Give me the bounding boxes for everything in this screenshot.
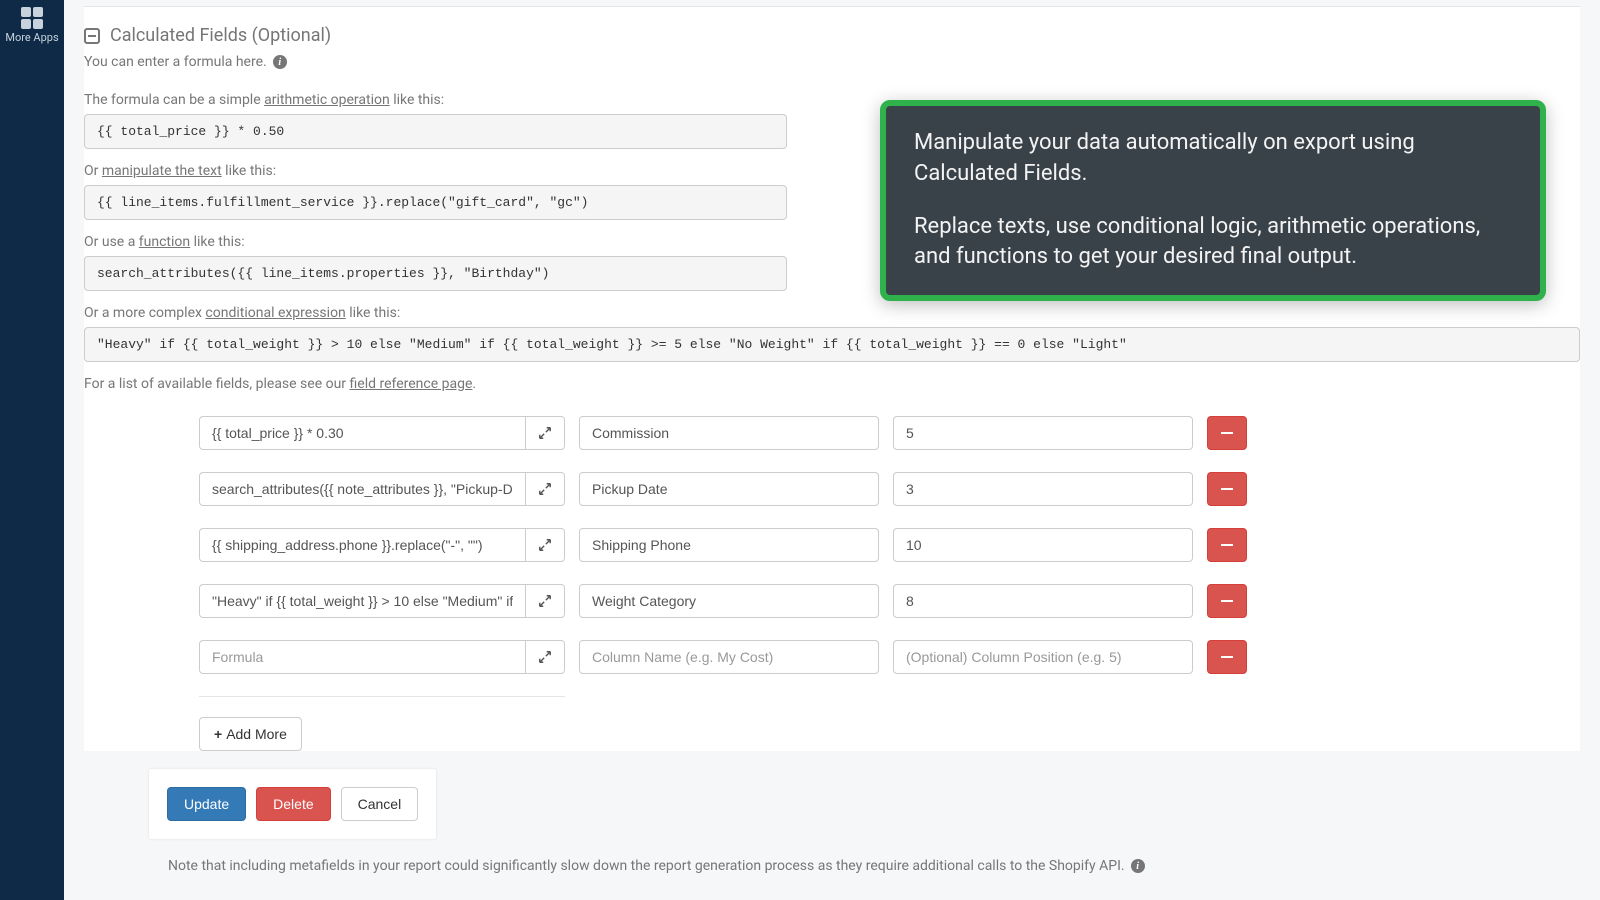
remove-row-button[interactable]	[1207, 528, 1247, 562]
column-name-input[interactable]	[579, 472, 879, 506]
expand-icon	[538, 482, 552, 496]
code-sample-text: {{ line_items.fulfillment_service }}.rep…	[84, 185, 787, 220]
action-bar: Update Delete Cancel	[148, 768, 437, 840]
sidebar-item-label: More Apps	[5, 31, 58, 44]
formula-input[interactable]	[199, 528, 525, 562]
column-name-input[interactable]	[579, 584, 879, 618]
formula-input[interactable]	[199, 472, 525, 506]
field-row	[199, 472, 1289, 506]
expand-button[interactable]	[525, 584, 565, 618]
delete-button[interactable]: Delete	[256, 787, 330, 821]
expand-button[interactable]	[525, 416, 565, 450]
divider	[199, 696, 565, 697]
column-position-input[interactable]	[893, 584, 1193, 618]
update-button[interactable]: Update	[167, 787, 246, 821]
column-position-input[interactable]	[893, 416, 1193, 450]
help-text: You can enter a formula here.	[84, 54, 267, 70]
remove-row-button[interactable]	[1207, 416, 1247, 450]
code-sample-function: search_attributes({{ line_items.properti…	[84, 256, 787, 291]
field-row-empty	[199, 640, 1289, 674]
function-link[interactable]: function	[139, 234, 190, 250]
field-reference-link[interactable]: field reference page	[350, 376, 473, 392]
minus-icon	[1221, 600, 1233, 602]
minus-icon	[1221, 488, 1233, 490]
field-row	[199, 416, 1289, 450]
code-sample-conditional: "Heavy" if {{ total_weight }} > 10 else …	[84, 327, 1580, 362]
collapse-icon[interactable]	[84, 28, 100, 44]
info-icon[interactable]: i	[273, 55, 287, 69]
callout-box: Manipulate your data automatically on ex…	[880, 100, 1546, 301]
section-header[interactable]: Calculated Fields (Optional)	[84, 25, 1580, 46]
remove-row-button[interactable]	[1207, 640, 1247, 674]
divider	[84, 6, 1580, 7]
info-icon[interactable]: i	[1131, 859, 1145, 873]
column-position-input[interactable]	[893, 472, 1193, 506]
reference-line: For a list of available fields, please s…	[84, 376, 1580, 392]
code-sample-arithmetic: {{ total_price }} * 0.50	[84, 114, 787, 149]
expand-button[interactable]	[525, 528, 565, 562]
apps-grid-icon	[21, 7, 43, 29]
help-line: You can enter a formula here. i	[84, 54, 1580, 70]
callout-p2: Replace texts, use conditional logic, ar…	[914, 212, 1512, 274]
arithmetic-link[interactable]: arithmetic operation	[264, 92, 390, 108]
field-row	[199, 528, 1289, 562]
remove-row-button[interactable]	[1207, 584, 1247, 618]
sidebar: More Apps	[0, 0, 64, 900]
calculated-fields-table: + Add More	[199, 416, 1289, 751]
column-position-input[interactable]	[893, 528, 1193, 562]
add-more-button[interactable]: + Add More	[199, 717, 302, 751]
cancel-button[interactable]: Cancel	[341, 787, 419, 821]
main-content: Calculated Fields (Optional) You can ent…	[64, 0, 1600, 900]
section-title: Calculated Fields (Optional)	[110, 25, 331, 46]
intro-conditional: Or a more complex conditional expression…	[84, 305, 1580, 321]
field-row	[199, 584, 1289, 618]
remove-row-button[interactable]	[1207, 472, 1247, 506]
add-more-label: Add More	[226, 726, 287, 742]
note-text: Note that including metafields in your r…	[168, 858, 1125, 874]
sidebar-item-more-apps[interactable]: More Apps	[0, 0, 64, 50]
expand-icon	[538, 650, 552, 664]
manipulate-text-link[interactable]: manipulate the text	[102, 163, 222, 179]
expand-button[interactable]	[525, 472, 565, 506]
plus-icon: +	[214, 726, 222, 742]
metafields-note: Note that including metafields in your r…	[168, 858, 1145, 874]
minus-icon	[1221, 656, 1233, 658]
expand-icon	[538, 538, 552, 552]
column-position-input[interactable]	[893, 640, 1193, 674]
expand-button[interactable]	[525, 640, 565, 674]
column-name-input[interactable]	[579, 640, 879, 674]
conditional-link[interactable]: conditional expression	[205, 305, 345, 321]
callout-p1: Manipulate your data automatically on ex…	[914, 128, 1512, 190]
column-name-input[interactable]	[579, 416, 879, 450]
expand-icon	[538, 426, 552, 440]
formula-input[interactable]	[199, 640, 525, 674]
minus-icon	[1221, 544, 1233, 546]
minus-icon	[1221, 432, 1233, 434]
formula-input[interactable]	[199, 584, 525, 618]
column-name-input[interactable]	[579, 528, 879, 562]
expand-icon	[538, 594, 552, 608]
formula-input[interactable]	[199, 416, 525, 450]
